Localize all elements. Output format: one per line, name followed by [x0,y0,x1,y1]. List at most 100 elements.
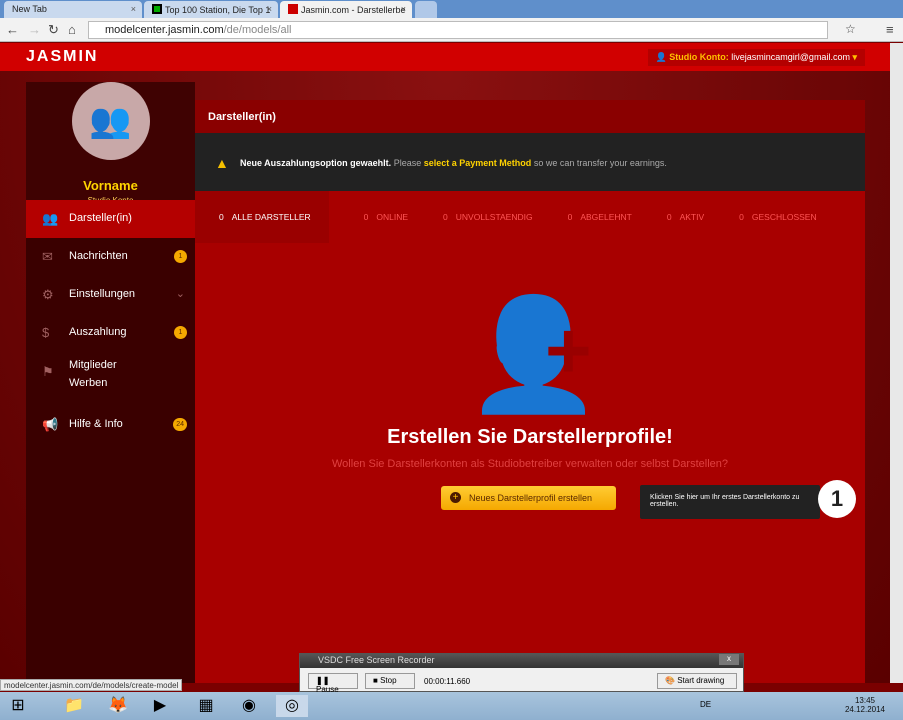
tab-label: ONLINE [376,212,409,222]
tab-new-tab[interactable]: New Tab × [4,1,142,18]
clock-time: 13:45 [854,696,875,705]
pause-icon: ❚❚ [316,676,330,685]
alert-text: so we can transfer your earnings. [533,158,667,168]
clock[interactable]: 13:45 24.12.2014 [845,696,885,714]
button-label: Start drawing [677,676,725,685]
tab-alle[interactable]: 0 ALLE DARSTELLER [195,191,329,243]
forward-icon[interactable]: → [28,22,41,37]
recorder-window: VSDC Free Screen Recorder x ❚❚ Pause ■ S… [299,653,744,694]
tooltip: Klicken Sie hier um Ihr erstes Darstelle… [640,485,820,519]
tab-label: UNVOLLSTAENDIG [455,212,533,222]
warning-icon: ▲ [215,155,229,171]
chevron-down-icon: ⌄ [175,288,185,300]
close-icon[interactable]: × [131,4,136,14]
tab-online[interactable]: 0 ONLINE [364,212,408,243]
palette-icon: 🎨 [665,676,678,685]
new-tab-button[interactable] [415,1,437,18]
address-bar-row: ← → ↻ ⌂ modelcenter.jasmin.com/de/models… [0,18,903,42]
star-icon[interactable]: ☆ [845,22,856,36]
tab-jasmin[interactable]: Jasmin.com - Darstellerbe × [280,1,412,18]
tab-label: Top 100 Station, Die Top 1 [165,5,271,15]
sidebar-item-label: Nachrichten [69,250,128,262]
reload-icon[interactable]: ↻ [48,22,59,38]
url-path: /de/models/all [223,24,292,36]
scrollbar[interactable] [890,43,903,683]
chevron-down-icon: ▾ [852,52,857,62]
sidebar: 👥 Vorname Studio Konto 👥 Darsteller(in) ✉… [26,82,195,683]
site-header: JASMIN 👤 Studio Konto: livejasmincamgirl… [0,43,903,71]
main-panel: Darsteller(in) ▲ Neue Auszahlungsoption … [195,100,865,683]
chrome-icon[interactable]: ◎ [276,695,308,717]
status-bar-url: modelcenter.jasmin.com/de/models/create-… [0,679,183,691]
megaphone-icon: 📢 [42,417,59,432]
user-icon: 👤 [655,52,670,62]
firefox-icon[interactable]: 🦊 [102,695,134,717]
sidebar-item-darsteller[interactable]: 👥 Darsteller(in) [26,200,195,238]
create-model-button[interactable]: + Neues Darstellerprofil erstellen [441,486,616,510]
tab-count: 0 [739,212,744,222]
sidebar-item-label: Hilfe & Info [69,418,123,430]
home-icon[interactable]: ⌂ [68,22,76,37]
close-icon[interactable]: x [719,654,739,665]
stop-button[interactable]: ■ Stop [365,673,415,689]
payment-method-link[interactable]: select a Payment Method [424,158,532,168]
account-email: livejasmincamgirl@gmail.com [731,52,850,62]
back-icon[interactable]: ← [6,22,19,37]
sidebar-item-mitglieder[interactable]: ⚑ Mitglieder Werben [26,352,151,406]
explorer-icon[interactable]: 📁 [58,695,90,717]
money-icon: $ [42,325,50,340]
url-input[interactable]: modelcenter.jasmin.com/de/models/all [88,21,828,39]
tab-count: 0 [443,212,448,222]
menu-icon[interactable]: ≡ [886,22,894,37]
logo[interactable]: JASMIN [26,48,98,66]
people-icon: 👥 [42,211,59,226]
tab-label: New Tab [12,4,47,14]
account-dropdown[interactable]: 👤 Studio Konto: livejasmincamgirl@gmail.… [647,49,865,66]
badge: 24 [173,418,187,431]
tab-unvollstaendig[interactable]: 0 UNVOLLSTAENDIG [443,212,533,243]
tab-count: 0 [363,212,369,222]
pause-button[interactable]: ❚❚ Pause [308,673,358,694]
avatar: 👥 [71,82,150,160]
tab-label: ALLE DARSTELLER [231,212,311,222]
vlc-icon[interactable]: ◉ [233,695,265,717]
gear-icon: ⚙ [42,287,54,302]
sidebar-item-auszahlung[interactable]: $ Auszahlung 1 [26,314,195,352]
empty-state-title: Erstellen Sie Darstellerprofile! [387,426,673,448]
close-icon[interactable]: × [401,4,406,14]
start-drawing-button[interactable]: 🎨 Start drawing [657,673,737,689]
page-title: Darsteller(in) [195,100,865,133]
tab-abgelehnt[interactable]: 0 ABGELEHNT [568,212,632,243]
sidebar-item-einstellungen[interactable]: ⚙ Einstellungen ⌄ [26,276,195,314]
sidebar-item-label: Einstellungen [69,288,136,300]
recorder-time: 00:00:11.660 [424,677,471,686]
plus-icon: + [545,306,592,395]
badge: 1 [174,250,187,263]
tab-top100[interactable]: Top 100 Station, Die Top 1 × [144,1,278,18]
mail-icon: ✉ [42,249,53,264]
stop-icon: ■ [373,676,381,685]
sidebar-item-hilfe[interactable]: 📢 Hilfe & Info 24 [26,406,195,444]
tab-count: 0 [666,212,672,222]
filter-tabs: 0 ALLE DARSTELLER 0 ONLINE 0 UNVOLLSTAENDIG… [195,191,865,243]
tab-label: AKTIV [679,212,705,222]
tab-label: GESCHLOSSEN [751,212,817,222]
start-button[interactable]: ⊞ [2,695,34,717]
media-player-icon[interactable]: ▶ [144,695,176,717]
sidebar-item-label: Darsteller(in) [69,212,132,224]
apps-icon[interactable]: ▦ [190,695,222,717]
tab-label: Jasmin.com - Darstellerbe [301,5,406,15]
tab-aktiv[interactable]: 0 AKTIV [667,212,704,243]
alert-banner: ▲ Neue Auszahlungsoption gewaehlt. Pleas… [195,133,865,191]
language-indicator[interactable]: DE [700,700,711,709]
browser-tab-bar: New Tab × Top 100 Station, Die Top 1 × Jas… [0,0,903,18]
close-icon[interactable]: × [267,4,272,14]
sidebar-item-nachrichten[interactable]: ✉ Nachrichten 1 [26,238,195,276]
sidebar-item-label: Auszahlung [69,326,127,338]
tab-count: 0 [219,212,224,222]
alert-text: Please [393,158,422,168]
url-host: modelcenter.jasmin.com [105,24,224,36]
step-number-badge: 1 [818,480,856,518]
tab-geschlossen[interactable]: 0 GESCHLOSSEN [739,212,816,243]
button-label: Neues Darstellerprofil erstellen [469,493,593,503]
